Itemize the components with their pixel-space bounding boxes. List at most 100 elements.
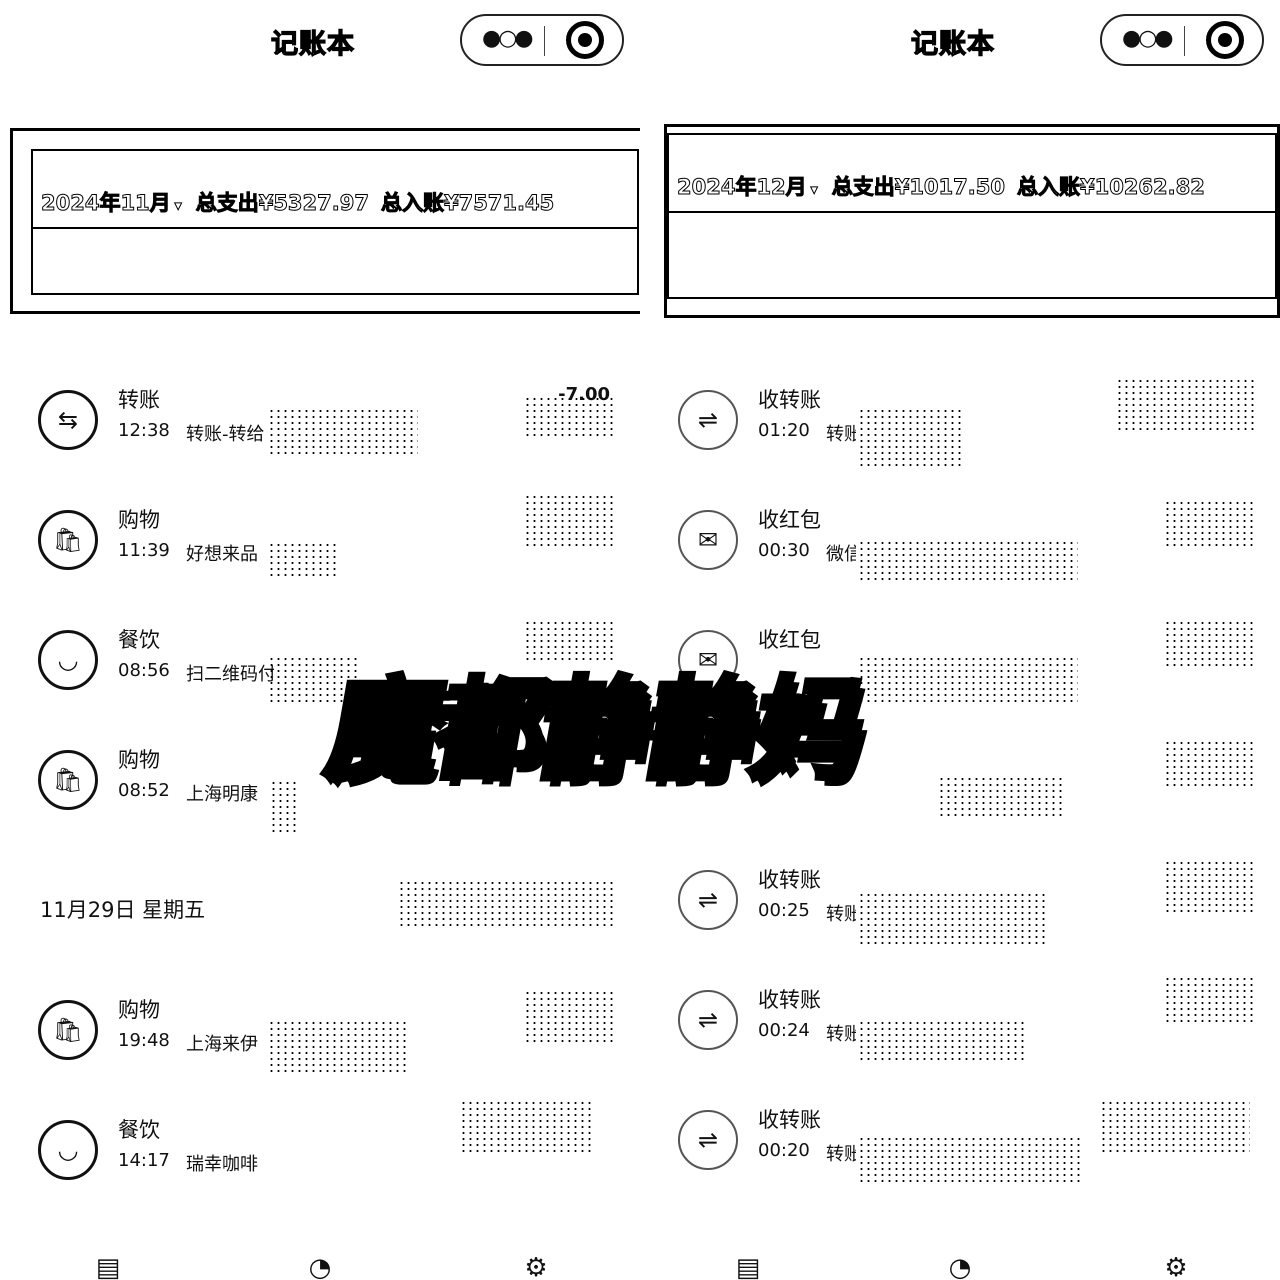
transaction-desc: 扫二维码付 [186, 664, 274, 685]
month-summary-card: 2024年12月 ▾ 总支出¥1017.50 总入账¥10262.82 [664, 124, 1280, 318]
transaction-time: 08:52 [118, 780, 170, 801]
transaction-category: 餐饮 [118, 628, 160, 652]
transaction-desc: 转账 [826, 904, 856, 925]
redaction-mask [858, 1136, 1080, 1186]
total-income: 总入账¥10262.82 [1016, 175, 1205, 200]
transaction-category: 转账 [118, 388, 160, 412]
shopping-bag-icon: 🛍 [38, 510, 98, 570]
redaction-mask [1164, 500, 1256, 548]
total-expense: 总支出¥1017.50 [831, 175, 1005, 200]
transfer-icon: ⇆ [38, 390, 98, 450]
transaction-category: 收转账 [758, 988, 821, 1012]
transaction-desc: 瑞幸咖啡 [186, 1154, 258, 1175]
transaction-category: 收转账 [758, 1108, 821, 1132]
redaction-mask [858, 540, 1078, 580]
redaction-mask [524, 396, 616, 436]
bowl-icon: ◡ [38, 630, 98, 690]
transaction-category: 收转账 [758, 868, 821, 892]
red-packet-icon: ✉ [678, 510, 738, 570]
bottom-tab-bar: ▤ ◔ ⚙ [0, 1252, 640, 1280]
shopping-bag-icon: 🛍 [38, 1000, 98, 1060]
redaction-mask [268, 1020, 406, 1072]
transaction-category: 收转账 [758, 388, 821, 412]
chart-icon[interactable]: ◔ [940, 1254, 980, 1280]
transaction-desc: 好想来品 [186, 544, 258, 565]
redaction-mask [524, 990, 616, 1042]
redaction-mask [1164, 860, 1256, 912]
capsule-divider [544, 26, 545, 56]
redaction-mask [1100, 1100, 1250, 1156]
transaction-category: 购物 [118, 998, 160, 1022]
redaction-mask [268, 408, 418, 454]
month-label[interactable]: 2024年12月 [677, 175, 808, 200]
more-icon[interactable]: ●○● [482, 26, 534, 51]
transaction-desc: 上海明康 [186, 784, 258, 805]
month-summary-card: 2024年11月 ▾ 总支出¥5327.97 总入账¥7571.45 [10, 128, 640, 314]
transaction-desc: 转账 [826, 424, 856, 445]
transaction-category: 购物 [118, 748, 160, 772]
redaction-mask [858, 656, 1078, 704]
app-title: 记账本 [910, 28, 995, 60]
settings-icon[interactable]: ⚙ [516, 1254, 556, 1280]
divider [669, 211, 1275, 213]
redaction-mask [460, 1100, 594, 1156]
transaction-time: 14:17 [118, 1150, 170, 1171]
redaction-mask [1164, 740, 1256, 786]
ledger-icon[interactable]: ▤ [88, 1254, 128, 1280]
more-icon[interactable]: ●○● [1122, 26, 1174, 51]
transaction-desc: 微信 [826, 544, 856, 565]
transaction-desc: 转账-转给 [186, 424, 265, 445]
transaction-time: 19:48 [118, 1030, 170, 1051]
divider [33, 227, 637, 229]
redaction-mask [1164, 976, 1256, 1026]
app-title: 记账本 [270, 28, 355, 60]
transfer-in-icon: ⇌ [678, 390, 738, 450]
transaction-time: 00:30 [758, 540, 810, 561]
redaction-mask [1116, 378, 1256, 434]
transaction-desc: 上海来伊 [186, 1034, 258, 1055]
miniprogram-capsule: ●○● [460, 14, 624, 66]
transaction-time: 00:25 [758, 900, 810, 921]
redaction-mask [938, 776, 1062, 820]
redaction-mask [268, 542, 340, 580]
ledger-icon[interactable]: ▤ [728, 1254, 768, 1280]
shopping-bag-icon: 🛍 [38, 750, 98, 810]
transaction-category: 餐饮 [118, 1118, 160, 1142]
transfer-in-icon: ⇌ [678, 1110, 738, 1170]
transaction-desc: 转账 [826, 1024, 856, 1045]
chart-icon[interactable]: ◔ [300, 1254, 340, 1280]
transaction-time: 00:20 [758, 1140, 810, 1161]
date-header: 11月29日 星期五 [40, 898, 206, 922]
capsule-divider [1184, 26, 1185, 56]
watermark-text: 魔都静静妈 [316, 663, 875, 797]
chevron-down-icon[interactable]: ▾ [810, 182, 818, 199]
bowl-icon: ◡ [38, 1120, 98, 1180]
redaction-mask [524, 494, 616, 546]
redaction-mask [858, 1020, 1028, 1060]
month-selector[interactable]: 2024年11月 ▾ 总支出¥5327.97 总入账¥7571.45 [41, 187, 555, 217]
transaction-desc: 转账 [826, 1144, 856, 1165]
bottom-tab-bar: ▤ ◔ ⚙ [640, 1252, 1280, 1280]
redaction-mask [858, 408, 962, 466]
total-expense: 总支出¥5327.97 [195, 191, 369, 216]
transaction-category: 收红包 [758, 508, 821, 532]
chevron-down-icon[interactable]: ▾ [174, 198, 182, 215]
transaction-time: 12:38 [118, 420, 170, 441]
redaction-mask [858, 892, 1048, 946]
transaction-time: 11:39 [118, 540, 170, 561]
settings-icon[interactable]: ⚙ [1156, 1254, 1196, 1280]
redaction-mask [270, 780, 296, 834]
close-target-icon[interactable] [566, 21, 604, 59]
month-label[interactable]: 2024年11月 [41, 191, 172, 216]
transaction-time: 08:56 [118, 660, 170, 681]
total-income: 总入账¥7571.45 [380, 191, 555, 216]
transaction-time: 00:24 [758, 1020, 810, 1041]
redaction-mask [1164, 620, 1256, 666]
transaction-category: 购物 [118, 508, 160, 532]
summary-inner: 2024年11月 ▾ 总支出¥5327.97 总入账¥7571.45 [31, 149, 639, 295]
close-target-icon[interactable] [1206, 21, 1244, 59]
redaction-mask [398, 880, 616, 930]
miniprogram-capsule: ●○● [1100, 14, 1264, 66]
month-selector[interactable]: 2024年12月 ▾ 总支出¥1017.50 总入账¥10262.82 [677, 171, 1206, 201]
summary-inner: 2024年12月 ▾ 总支出¥1017.50 总入账¥10262.82 [667, 133, 1277, 299]
